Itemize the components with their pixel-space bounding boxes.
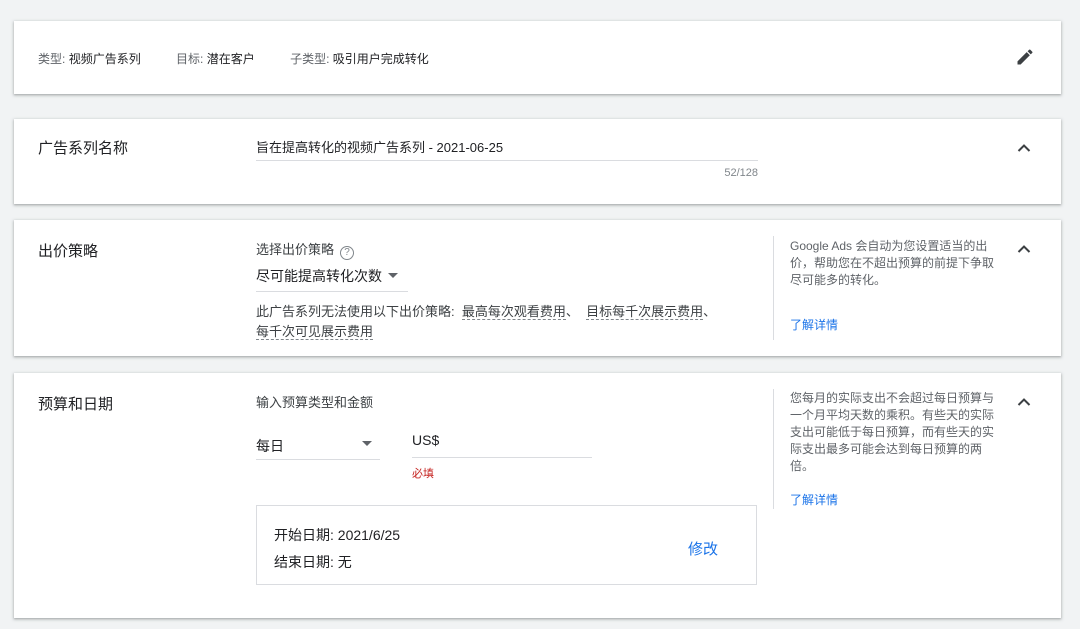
campaign-name-card: 广告系列名称 旨在提高转化的视频广告系列 - 2021-06-25 52/128 [14, 119, 1061, 204]
bidding-strategy-selected: 尽可能提高转化次数 [256, 268, 382, 284]
budget-type-label: 输入预算类型和金额 [256, 395, 374, 410]
bidding-strategy-title: 出价策略 [38, 243, 99, 260]
campaign-name-char-count: 52/128 [724, 167, 758, 179]
start-date: 开始日期: 2021/6/25 [274, 527, 401, 543]
budget-learn-more-link[interactable]: 了解详情 [790, 491, 838, 508]
dropdown-arrow-icon [388, 273, 398, 278]
currency-prefix: US$ [412, 432, 440, 448]
date-box: 开始日期: 2021/6/25 结束日期: 无 修改 [256, 505, 757, 585]
summary-type: 类型: 视频广告系列 [38, 52, 141, 66]
help-icon[interactable]: ? [340, 246, 355, 260]
chevron-up-icon[interactable] [1017, 244, 1031, 254]
chevron-up-icon[interactable] [1017, 143, 1031, 153]
campaign-name-title: 广告系列名称 [38, 140, 129, 157]
budget-dates-card: 预算和日期 输入预算类型和金额 每日 US$ 必填 开始日期: 2021/6/2… [14, 373, 1061, 618]
bidding-strategy-select[interactable]: 尽可能提高转化次数 [256, 266, 408, 292]
required-error: 必填 [412, 468, 434, 480]
campaign-name-input[interactable]: 旨在提高转化的视频广告系列 - 2021-06-25 [256, 137, 503, 156]
campaign-name-underline [256, 160, 758, 161]
budget-period-selected: 每日 [256, 438, 284, 454]
budget-amount-input[interactable]: US$ [412, 430, 592, 458]
bidding-strategy-card: 出价策略 选择出价策略? 尽可能提高转化次数 此广告系列无法使用以下出价策略: … [14, 220, 1061, 356]
side-divider [773, 389, 774, 509]
end-date: 结束日期: 无 [274, 554, 352, 570]
budget-period-select[interactable]: 每日 [256, 432, 380, 460]
summary-goal: 目标: 潜在客户 [176, 52, 255, 66]
bidding-select-label: 选择出价策略? [256, 239, 355, 260]
side-divider [773, 236, 774, 340]
chevron-up-icon[interactable] [1017, 397, 1031, 407]
bidding-unavailable-note: 此广告系列无法使用以下出价策略: 最高每次观看费用、 目标每千次展示费用、 每千… [256, 304, 717, 340]
dropdown-arrow-icon [362, 441, 372, 446]
campaign-summary-card: 类型: 视频广告系列 目标: 潜在客户 子类型: 吸引用户完成转化 [14, 21, 1061, 94]
bidding-learn-more-link[interactable]: 了解详情 [790, 316, 838, 333]
bid-strategy-link-target-cpm[interactable]: 目标每千次展示费用 [586, 304, 704, 320]
edit-dates-button[interactable]: 修改 [688, 538, 718, 559]
budget-help-text: 您每月的实际支出不会超过每日预算与一个月平均天数的乘积。有些天的实际支出可能低于… [790, 391, 995, 473]
bid-strategy-link-vcpm[interactable]: 每千次可见展示费用 [256, 324, 374, 340]
budget-dates-title: 预算和日期 [38, 396, 114, 413]
pencil-icon[interactable] [1015, 47, 1035, 67]
bid-strategy-link-cpv[interactable]: 最高每次观看费用 [461, 304, 566, 320]
campaign-summary-row: 类型: 视频广告系列 目标: 潜在客户 子类型: 吸引用户完成转化 [38, 50, 461, 67]
summary-subtype: 子类型: 吸引用户完成转化 [290, 52, 429, 66]
bidding-help-text: Google Ads 会自动为您设置适当的出价，帮助您在不超出预算的前提下争取尽… [790, 239, 995, 287]
